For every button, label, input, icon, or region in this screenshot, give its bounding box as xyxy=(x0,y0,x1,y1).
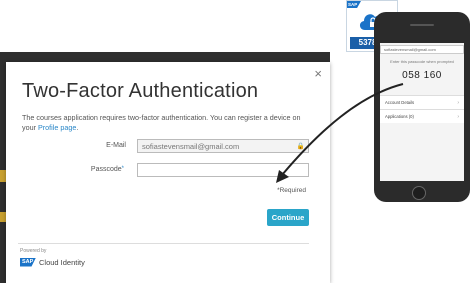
chevron-right-icon: › xyxy=(457,114,459,120)
chevron-right-icon: › xyxy=(457,100,459,106)
passcode-label: Passcode* xyxy=(64,166,124,173)
email-label: E-Mail xyxy=(106,142,126,149)
lock-icon: 🔒 xyxy=(296,143,305,150)
powered-by-text: Powered by xyxy=(20,248,47,254)
continue-button[interactable]: Continue xyxy=(267,209,309,226)
brand-footer: SAP Cloud Identity xyxy=(20,257,85,267)
phone-row-applications[interactable]: Applications (0) › xyxy=(380,109,464,123)
phone-row-label: Account Details xyxy=(385,100,415,105)
phone-address-bar: sofiastevensmail@gmail.com xyxy=(380,45,464,54)
email-value: sofiastevensmail@gmail.com xyxy=(142,142,240,151)
phone-screen: sofiastevensmail@gmail.com Enter this pa… xyxy=(380,43,464,181)
phone-row-label: Applications (0) xyxy=(385,114,414,119)
screenshot-stage: × Two-Factor Authentication The courses … xyxy=(0,0,474,283)
smartphone: sofiastevensmail@gmail.com Enter this pa… xyxy=(374,12,470,202)
sap-logo: SAP xyxy=(20,257,36,267)
phone-prompt: Enter this passcode when prompted xyxy=(390,59,454,64)
badge-sap-logo: SAP xyxy=(347,1,361,8)
description-end: . xyxy=(76,123,79,132)
email-field: sofiastevensmail@gmail.com 🔒 xyxy=(137,139,309,153)
passcode-input[interactable] xyxy=(137,163,309,177)
brand-name: Cloud Identity xyxy=(39,257,85,267)
close-icon[interactable]: × xyxy=(314,66,322,81)
required-note: *Required xyxy=(277,187,306,194)
phone-passcode: 058 160 xyxy=(402,70,442,81)
phone-home-button xyxy=(412,186,426,200)
two-factor-dialog: × Two-Factor Authentication The courses … xyxy=(6,62,330,283)
phone-row-account-details[interactable]: Account Details › xyxy=(380,95,464,109)
required-marker: * xyxy=(121,166,124,172)
passcode-label-text: Passcode xyxy=(90,166,122,173)
dialog-title: Two-Factor Authentication xyxy=(22,80,259,102)
profile-page-link[interactable]: Profile page xyxy=(38,123,76,132)
dialog-description: The courses application requires two-fac… xyxy=(22,113,312,133)
footer-divider xyxy=(18,243,309,244)
phone-speaker xyxy=(410,24,434,26)
